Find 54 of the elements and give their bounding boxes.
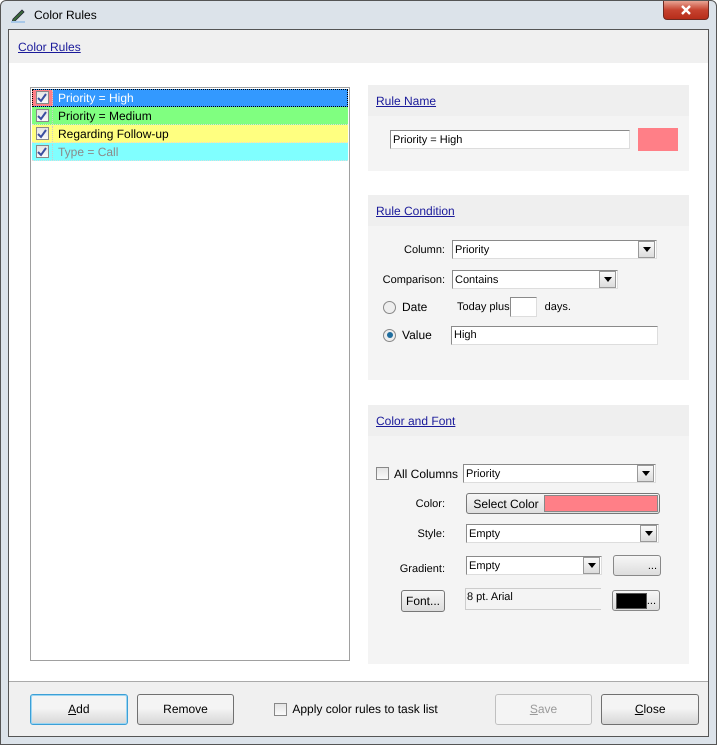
footer-button[interactable]: Close [601, 694, 700, 724]
radio-button[interactable] [383, 328, 396, 342]
font-value-field: 8 pt. Arial [465, 588, 601, 610]
caret-icon [604, 277, 612, 282]
rule-checkbox[interactable] [36, 91, 48, 104]
field-label: Gradient: [398, 562, 445, 574]
caret-icon [642, 247, 650, 252]
column-dropdown[interactable]: Priority [463, 464, 656, 483]
rule-label: Priority = Medium [58, 108, 152, 122]
comparison-dropdown[interactable]: Contains [452, 270, 618, 289]
close-icon [680, 5, 692, 15]
field-label: Comparison: [382, 274, 445, 286]
checkbox-label: All Columns [394, 466, 458, 480]
radio-label: Value [402, 328, 433, 342]
rule-checkbox[interactable] [36, 127, 48, 140]
header-link[interactable]: Color Rules [18, 40, 81, 54]
caret-icon [588, 563, 596, 568]
rule-name-field[interactable]: Priority = High [390, 130, 630, 149]
value-field[interactable]: High [451, 326, 658, 344]
caret-icon [644, 531, 652, 536]
gradient-dropdown[interactable]: Empty [466, 556, 602, 575]
rule-label: Type = Call [58, 144, 118, 158]
font-color-button[interactable]: ... [612, 590, 660, 611]
gradient-more-button[interactable]: ... [613, 555, 661, 576]
today-plus-label: Today plus [457, 301, 510, 313]
style-dropdown[interactable]: Empty [466, 524, 659, 543]
field-label: Style: [416, 528, 445, 540]
radio-label: Date [402, 300, 428, 314]
pencil-icon [10, 7, 28, 23]
radio-button[interactable] [383, 300, 396, 314]
days-label: days. [544, 301, 571, 313]
all-columns-checkbox[interactable] [376, 467, 389, 480]
days-field[interactable] [510, 297, 537, 317]
column-dropdown[interactable]: Priority [452, 240, 657, 259]
rule-label: Regarding Follow-up [58, 126, 169, 140]
field-label: Column: [403, 244, 445, 256]
rule-label: Priority = High [58, 90, 134, 104]
field-label: Color: [414, 498, 445, 510]
rule-checkbox[interactable] [36, 145, 48, 158]
select-color-button[interactable]: Select Color [466, 493, 660, 514]
font-button[interactable]: Font... [400, 590, 445, 612]
footer-button[interactable]: Add [30, 694, 128, 724]
footer-button[interactable]: Remove [136, 694, 234, 724]
panel-heading[interactable]: Rule Name [376, 94, 436, 108]
caret-icon [642, 471, 650, 476]
rule-item[interactable]: Regarding Follow-up [32, 125, 348, 143]
close-button[interactable] [663, 1, 709, 20]
apply-checkbox[interactable] [274, 702, 288, 716]
window-title: Color Rules [34, 8, 97, 22]
rule-checkbox[interactable] [36, 109, 48, 122]
panel-heading[interactable]: Color and Font [376, 414, 456, 428]
rule-item[interactable]: Priority = Medium [32, 107, 348, 125]
checkbox-label: Apply color rules to task list [292, 702, 438, 716]
panel-heading[interactable]: Rule Condition [376, 204, 455, 218]
